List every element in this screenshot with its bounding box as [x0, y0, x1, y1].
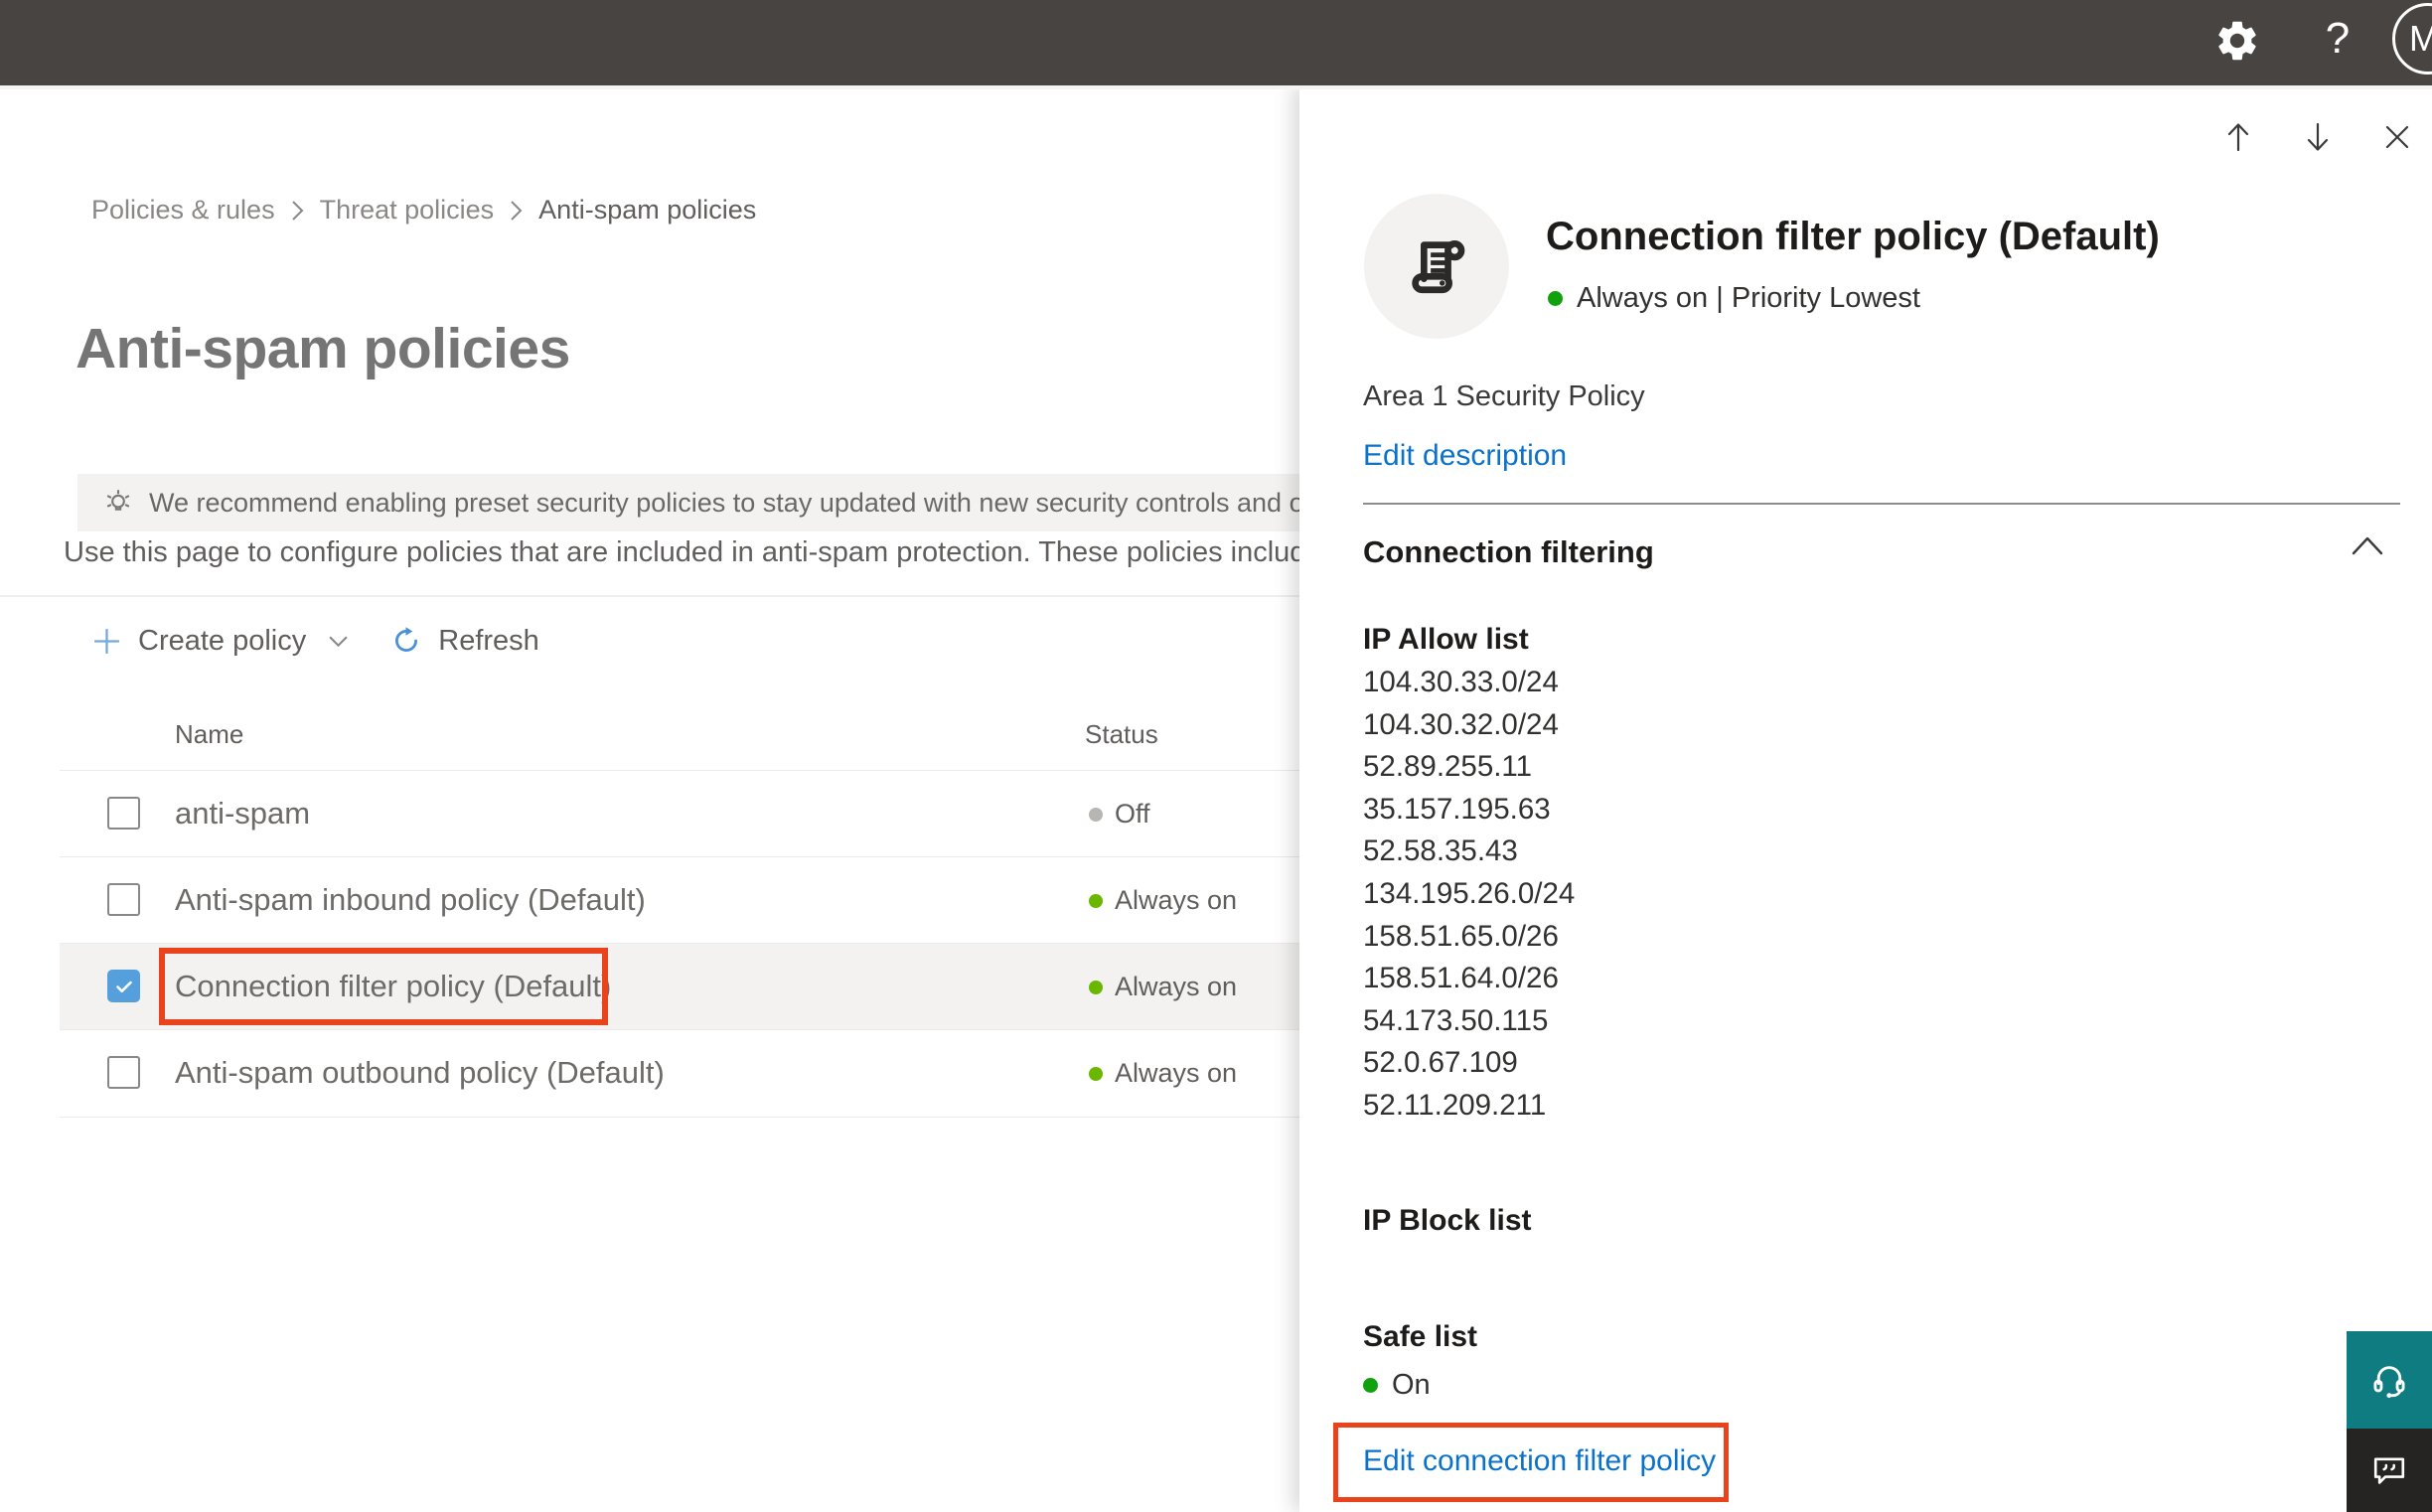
feedback-button[interactable]	[2347, 1429, 2432, 1512]
chevron-up-icon[interactable]	[2351, 534, 2384, 556]
policy-name-link[interactable]: Anti-spam inbound policy (Default)	[175, 882, 646, 918]
edit-connection-filter-policy-link[interactable]: Edit connection filter policy	[1363, 1444, 1716, 1478]
policy-description: Area 1 Security Policy	[1363, 380, 1645, 412]
app-window: ? M Policies & rules Threat policies Ant…	[0, 0, 2432, 1512]
table-header: Name Status	[60, 707, 1299, 770]
breadcrumb-link-policies-rules[interactable]: Policies & rules	[91, 195, 275, 226]
recommendation-banner: We recommend enabling preset security po…	[77, 474, 1299, 531]
previous-item-arrow-up-icon[interactable]	[2221, 120, 2255, 154]
highlight-box-selected-policy	[159, 948, 608, 1025]
table-row: anti-spam Off	[60, 770, 1299, 857]
row-checkbox[interactable]	[107, 1056, 140, 1089]
refresh-label: Refresh	[438, 624, 539, 657]
divider	[0, 595, 1299, 597]
panel-status-line: Always on | Priority Lowest	[1548, 282, 1920, 315]
ip-address: 52.0.67.109	[1363, 1046, 1518, 1080]
status-dot-icon	[1363, 1378, 1378, 1393]
page-title: Anti-spam policies	[76, 317, 570, 380]
policy-scroll-icon	[1412, 240, 1465, 294]
status-dot-icon	[1089, 981, 1103, 994]
ip-address: 104.30.32.0/24	[1363, 707, 1559, 741]
refresh-button[interactable]: Refresh	[390, 625, 539, 658]
row-checkbox[interactable]	[107, 883, 140, 916]
command-bar: Create policy Refresh	[91, 618, 539, 664]
feedback-speech-bubble-icon	[2373, 1457, 2405, 1484]
plus-icon	[94, 628, 119, 654]
breadcrumb-link-threat-policies[interactable]: Threat policies	[320, 195, 495, 226]
policy-icon-badge	[1364, 194, 1509, 339]
create-policy-button[interactable]: Create policy	[91, 625, 349, 658]
ip-address: 104.30.33.0/24	[1363, 666, 1559, 698]
status-dot-icon	[1089, 1067, 1103, 1081]
safe-list-status-text: On	[1392, 1369, 1431, 1401]
breadcrumb-separator-icon	[291, 200, 303, 221]
ip-address: 52.11.209.211	[1363, 1088, 1547, 1122]
panel-title: Connection filter policy (Default)	[1546, 215, 2160, 258]
policy-name-link[interactable]: anti-spam	[175, 796, 310, 832]
column-header-name[interactable]: Name	[175, 719, 243, 750]
status-text: Always on	[1115, 972, 1238, 1001]
refresh-icon	[395, 627, 418, 652]
status-text: Off	[1115, 799, 1150, 829]
ip-address: 158.51.65.0/26	[1363, 919, 1559, 953]
main-content: Policies & rules Threat policies Anti-sp…	[0, 89, 1299, 1512]
ip-address: 52.58.35.43	[1363, 834, 1518, 868]
safe-list-status: On	[1363, 1369, 1431, 1402]
panel-divider	[1363, 503, 2400, 505]
close-icon[interactable]	[2380, 120, 2414, 154]
edit-description-link[interactable]: Edit description	[1363, 439, 1567, 473]
ip-allow-list-title: IP Allow list	[1363, 623, 1529, 656]
row-checkbox[interactable]	[107, 797, 140, 830]
create-policy-label: Create policy	[138, 624, 307, 657]
ip-address: 35.157.195.63	[1363, 792, 1551, 826]
topbar-divider	[0, 85, 2432, 89]
table-row: Anti-spam outbound policy (Default) Alwa…	[60, 1029, 1299, 1118]
topbar	[0, 0, 2432, 85]
status-text: Always on	[1115, 1058, 1238, 1088]
panel-status-text: Always on | Priority Lowest	[1577, 282, 1920, 314]
safe-list-title: Safe list	[1363, 1320, 1478, 1353]
ip-address: 52.89.255.11	[1363, 750, 1533, 784]
breadcrumb: Policies & rules Threat policies Anti-sp…	[91, 195, 756, 226]
banner-text: We recommend enabling preset security po…	[149, 487, 1299, 518]
ip-allow-list: 104.30.33.0/24 104.30.32.0/24 52.89.255.…	[1363, 662, 1575, 1128]
support-button[interactable]	[2347, 1331, 2432, 1429]
status-text: Always on	[1115, 885, 1238, 915]
checkmark-icon	[115, 981, 132, 992]
policy-name-link[interactable]: Anti-spam outbound policy (Default)	[175, 1055, 665, 1091]
breadcrumb-separator-icon	[511, 200, 523, 221]
ip-address: 54.173.50.115	[1363, 1003, 1549, 1037]
settings-gear-icon[interactable]	[2213, 17, 2261, 65]
ip-block-list-title: IP Block list	[1363, 1204, 1532, 1237]
lightbulb-icon	[106, 490, 130, 511]
next-item-arrow-down-icon[interactable]	[2301, 120, 2335, 154]
row-checkbox-checked[interactable]	[107, 970, 140, 1002]
headset-icon	[2373, 1366, 2405, 1399]
ip-address: 134.195.26.0/24	[1363, 876, 1576, 910]
ip-address: 158.51.64.0/26	[1363, 962, 1559, 995]
section-title-connection-filtering: Connection filtering	[1363, 534, 1654, 569]
table-row: Anti-spam inbound policy (Default) Alway…	[60, 856, 1299, 944]
status-dot-icon	[1089, 808, 1103, 822]
help-button[interactable]: ?	[2315, 14, 2360, 70]
status-dot-icon	[1548, 291, 1563, 306]
breadcrumb-current: Anti-spam policies	[538, 195, 757, 225]
chevron-down-icon	[329, 636, 348, 647]
page-description: Use this page to configure policies that…	[64, 536, 1299, 568]
policy-details-panel: Connection filter policy (Default) Alway…	[1299, 85, 2432, 1512]
status-dot-icon	[1089, 894, 1103, 908]
column-header-status[interactable]: Status	[1085, 719, 1158, 750]
